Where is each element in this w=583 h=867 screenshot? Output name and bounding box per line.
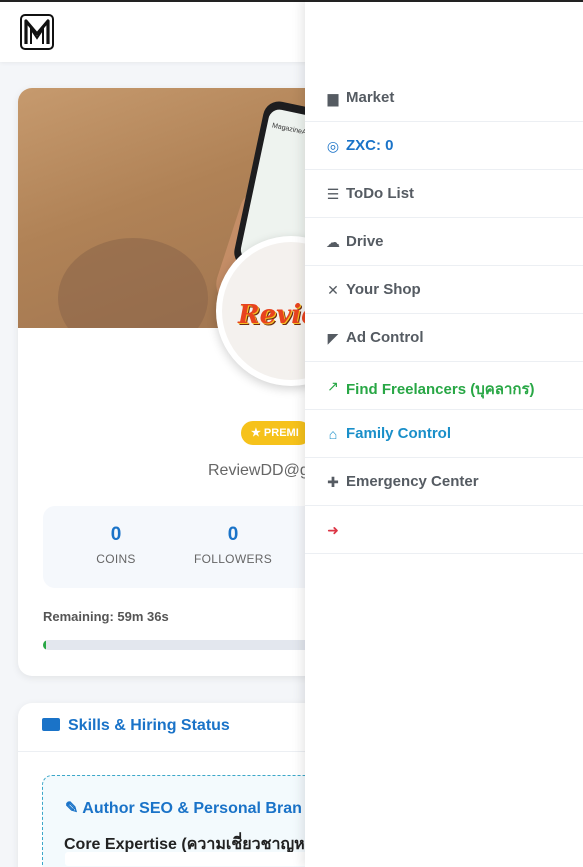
feather-icon: ✎ [65,800,83,817]
star-icon: ★ [251,427,264,439]
skills-card: Skills & Hiring Status ✎ Author SEO & Pe… [18,703,338,867]
menu-item-family-control[interactable]: ⌂ Family Control [305,410,583,458]
tasks-icon: ☰ [326,186,340,202]
menu-item-label: ZXC: 0 [346,137,394,154]
chart-line-icon: ↗ [327,378,339,394]
menu-item-market[interactable]: ▆ Market [305,74,583,122]
stat-coins: 0 COINS [61,524,171,566]
side-menu: ▆ Market ◎ ZXC: 0 ☰ ToDo List ☁ Drive ✕ Your Shop… [305,0,583,867]
menu-item-drive[interactable]: ☁ Drive [305,218,583,266]
menu-item-find-freelancers[interactable]: ↗ Find Freelancers (บุคลากร) [305,362,583,410]
menu-item-logout[interactable]: ➜ [305,506,583,554]
bullhorn-icon: ◤ [327,330,339,346]
remaining-time: Remaining: 59m 36s [43,609,169,624]
tools-icon: ✕ [327,282,339,298]
menu-item-label: ToDo List [346,185,415,202]
id-card-icon [42,718,60,731]
menu-item-label: Market [346,89,395,106]
menu-item-label: Ad Control [346,329,424,346]
menu-item-label: Your Shop [346,281,421,298]
menu-item-label: Emergency Center [346,473,479,490]
menu-item-todo-list[interactable]: ☰ ToDo List [305,170,583,218]
skills-subsection: ✎ Author SEO & Personal Bran [65,800,302,817]
coins-icon: ◎ [326,138,340,154]
menu-item-your-shop[interactable]: ✕ Your Shop [305,266,583,314]
house-user-icon: ⌂ [328,426,338,442]
menu-item-label: Find Freelancers (บุคลากร) [346,381,535,398]
menu-item-ad-control[interactable]: ◤ Ad Control [305,314,583,362]
cloud-icon: ☁ [326,234,340,250]
sign-out-icon: ➜ [327,522,339,538]
logo-icon[interactable] [20,14,54,50]
divider [18,751,338,752]
menu-item-label: Drive [346,233,384,250]
medkit-icon: ✚ [327,474,339,490]
menu-item-emergency-center[interactable]: ✚ Emergency Center [305,458,583,506]
stat-followers-label: FOLLOWERS [193,552,273,566]
premium-badge: ★ PREMI [241,421,311,445]
stat-followers-value: 0 [227,524,239,545]
menu-item-label: Family Control [346,425,452,442]
remaining-progress-bar [43,640,338,650]
menu-item-zxc-0[interactable]: ◎ ZXC: 0 [305,122,583,170]
profile-card: MagazineASP Review ★ PREMI ReviewDD@g 0 … [18,88,338,676]
store-icon: ▆ [327,90,339,106]
stat-followers: 0 FOLLOWERS [178,524,288,566]
stats-panel: 0 COINS 0 FOLLOWERS [43,506,338,588]
stat-coins-value: 0 [110,524,122,545]
profile-email: ReviewDD@g [208,462,309,479]
stat-coins-label: COINS [96,552,136,566]
skills-row-placeholder [65,852,338,866]
skills-heading: Skills & Hiring Status [42,717,230,735]
progress-fill [43,640,46,650]
skills-box: ✎ Author SEO & Personal Bran Core Expert… [42,775,338,867]
